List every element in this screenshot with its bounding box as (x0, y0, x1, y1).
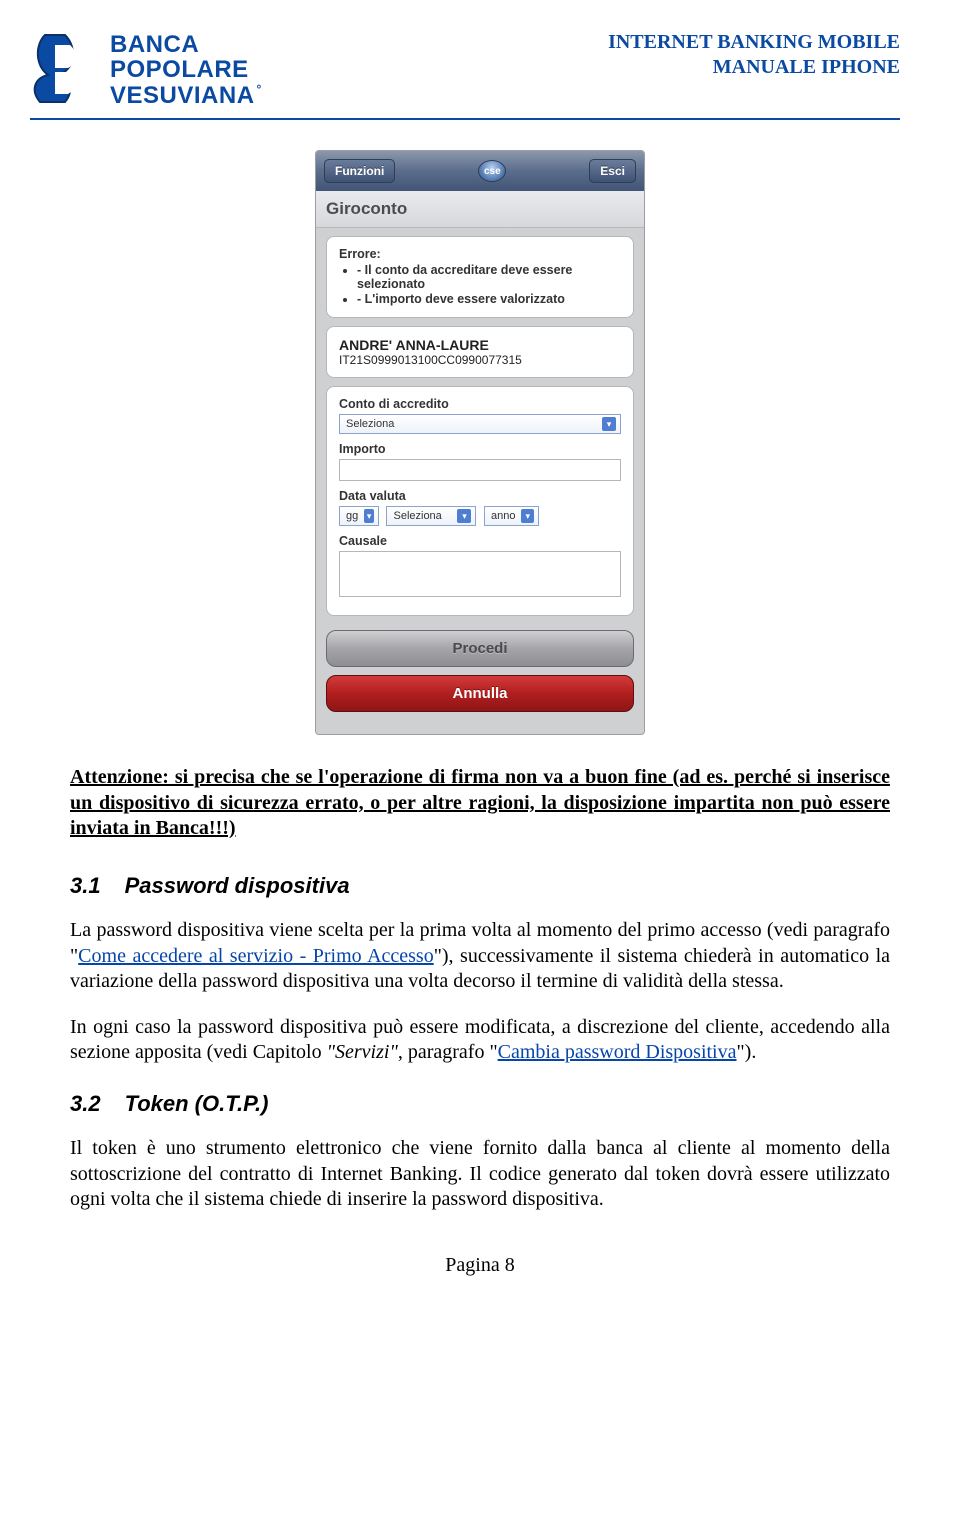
heading-number: 3.2 (70, 1091, 101, 1116)
chevron-down-icon: ▾ (364, 509, 374, 523)
month-select[interactable]: Seleziona ▾ (386, 506, 476, 526)
year-select[interactable]: anno ▾ (484, 506, 539, 526)
logo-line-1: BANCA (110, 32, 262, 57)
paragraph: Il token è uno strumento elettronico che… (70, 1136, 890, 1213)
app-navbar: Funzioni cse Esci (316, 151, 644, 191)
header-rule (30, 118, 900, 120)
bank-logo-icon (30, 30, 100, 110)
doc-title-line-1: INTERNET BANKING MOBILE (608, 30, 900, 55)
embedded-screenshot: Funzioni cse Esci Giroconto Errore: - Il… (0, 150, 960, 735)
error-item: - L'importo deve essere valorizzato (357, 292, 621, 306)
logo-block: BANCA POPOLARE VESUVIANA° (30, 30, 262, 110)
amount-label: Importo (339, 442, 621, 456)
italic-text: "Servizi" (327, 1041, 398, 1063)
logo-line-3: VESUVIANA° (110, 83, 262, 108)
section-title: Giroconto (316, 191, 644, 228)
heading-text: Password dispositiva (125, 873, 350, 898)
nav-exit-button[interactable]: Esci (589, 159, 636, 183)
link-primo-accesso[interactable]: Come accedere al servizio - Primo Access… (78, 945, 434, 967)
select-value: gg (346, 510, 358, 522)
amount-input[interactable] (339, 459, 621, 481)
page-number: Pagina 8 (70, 1253, 890, 1279)
nav-functions-button[interactable]: Funzioni (324, 159, 395, 183)
phone-frame: Funzioni cse Esci Giroconto Errore: - Il… (315, 150, 645, 735)
select-value: Seleziona (346, 418, 394, 430)
cse-logo-icon: cse (478, 160, 506, 182)
heading-number: 3.1 (70, 873, 101, 898)
chevron-down-icon: ▾ (521, 509, 534, 523)
credit-account-select[interactable]: Seleziona ▾ (339, 414, 621, 434)
account-holder-name: ANDRE' ANNA-LAURE (339, 337, 621, 353)
document-body: Attenzione: si precisa che se l'operazio… (0, 765, 960, 1278)
day-select[interactable]: gg ▾ (339, 506, 379, 526)
error-list: - Il conto da accreditare deve essere se… (339, 263, 621, 306)
paragraph: La password dispositiva viene scelta per… (70, 918, 890, 995)
attention-notice: Attenzione: si precisa che se l'operazio… (70, 765, 890, 842)
error-title: Errore: (339, 247, 621, 261)
doc-title: INTERNET BANKING MOBILE MANUALE IPHONE (608, 30, 900, 80)
reason-label: Causale (339, 534, 621, 548)
error-item: - Il conto da accreditare deve essere se… (357, 263, 621, 291)
page-header: BANCA POPOLARE VESUVIANA° INTERNET BANKI… (0, 0, 960, 110)
heading-3-1: 3.1 Password dispositiva (70, 872, 890, 900)
doc-title-line-2: MANUALE IPHONE (608, 55, 900, 80)
cancel-button[interactable]: Annulla (326, 675, 634, 712)
button-bar: Procedi Annulla (316, 624, 644, 734)
reason-textarea[interactable] (339, 551, 621, 597)
value-date-label: Data valuta (339, 489, 621, 503)
logo-line-2: POPOLARE (110, 57, 262, 82)
form-card: Conto di accredito Seleziona ▾ Importo D… (326, 386, 634, 616)
account-iban: IT21S0999013100CC0990077315 (339, 353, 621, 367)
credit-account-label: Conto di accredito (339, 397, 621, 411)
chevron-down-icon: ▾ (602, 417, 616, 431)
proceed-button[interactable]: Procedi (326, 630, 634, 667)
select-value: anno (491, 510, 515, 522)
error-card: Errore: - Il conto da accreditare deve e… (326, 236, 634, 318)
select-value: Seleziona (393, 510, 441, 522)
heading-text: Token (O.T.P.) (125, 1091, 269, 1116)
chevron-down-icon: ▾ (457, 509, 471, 523)
paragraph: In ogni caso la password dispositiva può… (70, 1015, 890, 1066)
link-cambia-password[interactable]: Cambia password Dispositiva (498, 1041, 737, 1063)
account-card: ANDRE' ANNA-LAURE IT21S0999013100CC09900… (326, 326, 634, 378)
heading-3-2: 3.2 Token (O.T.P.) (70, 1090, 890, 1118)
bank-name: BANCA POPOLARE VESUVIANA° (110, 32, 262, 108)
